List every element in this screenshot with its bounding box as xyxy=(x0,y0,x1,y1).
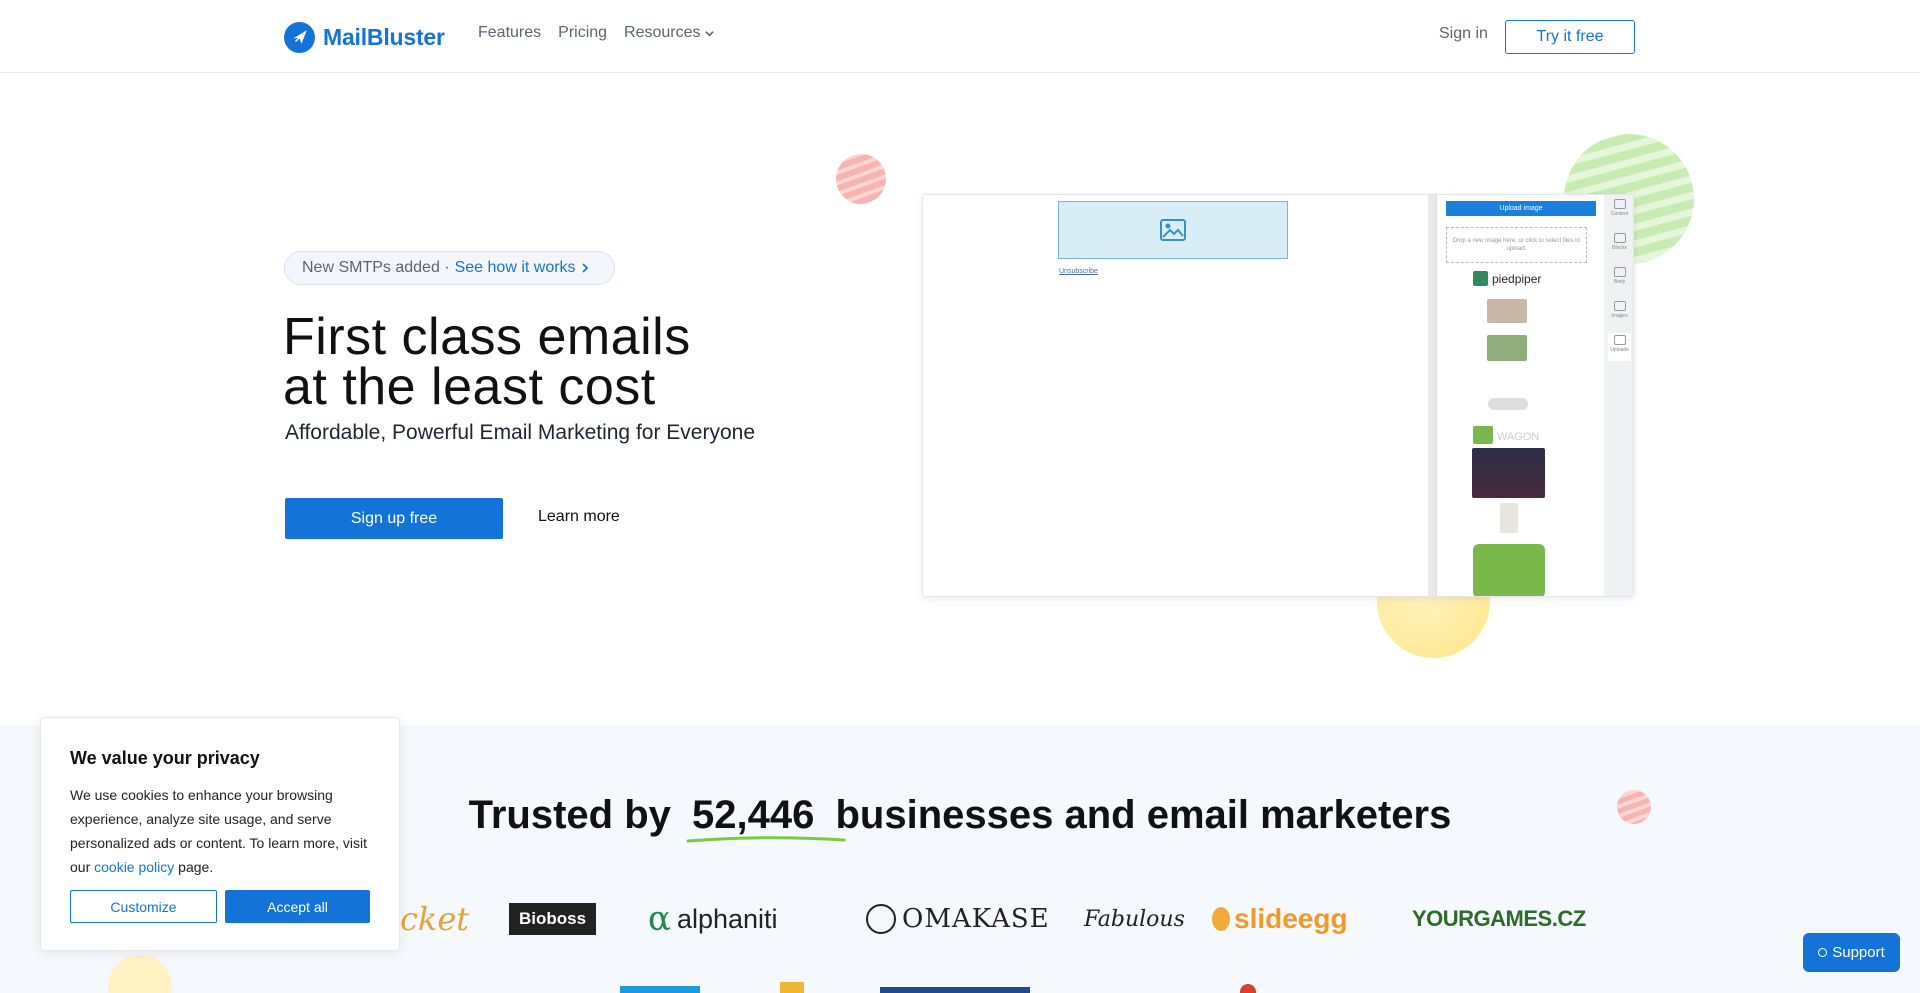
cutlery-icon xyxy=(866,904,896,934)
image-icon xyxy=(1160,219,1186,241)
brand-name: MailBluster xyxy=(323,23,445,50)
customer-logo xyxy=(620,986,700,993)
nav-resources-label: Resources xyxy=(624,24,701,41)
gallery-thumbnail xyxy=(1488,398,1528,410)
image-dropzone: Drop a new image here, or click to selec… xyxy=(1446,227,1587,263)
chat-icon xyxy=(1818,948,1828,957)
tool-images: Images xyxy=(1608,299,1631,327)
egg-icon xyxy=(1212,907,1230,931)
tool-content: Content xyxy=(1608,197,1631,225)
gallery-thumbnail xyxy=(1473,544,1545,596)
brand-logo[interactable]: MailBluster xyxy=(284,20,445,54)
site-header: MailBluster Features Pricing Resources S… xyxy=(0,0,1920,73)
gallery-brand-name: piedpiper xyxy=(1492,271,1542,286)
customer-logo: YOURGAMES.CZ xyxy=(1412,906,1586,931)
customer-logo xyxy=(780,982,804,993)
gallery-thumbnail xyxy=(1472,448,1545,498)
customer-logo: α alphaniti xyxy=(648,899,778,939)
announcement-link-label: See how it works xyxy=(454,259,576,276)
cookie-actions: Customize Accept all xyxy=(70,890,370,923)
gallery-thumbnail xyxy=(1500,503,1518,533)
hero-headline: First class emails at the least cost xyxy=(283,308,691,416)
customer-logo: cket xyxy=(400,900,470,938)
cookie-description: We use cookies to enhance your browsing … xyxy=(70,783,370,879)
announcement-pill: New SMTPs added · See how it works xyxy=(284,251,615,285)
tool-uploads: Uploads xyxy=(1608,333,1631,361)
try-free-button[interactable]: Try it free xyxy=(1505,20,1635,54)
editor-tool-rail: Content Blocks Body Images Uploads xyxy=(1604,195,1633,596)
cookie-text-end: page. xyxy=(178,859,214,875)
cookie-consent-banner: We value your privacy We use cookies to … xyxy=(40,717,400,951)
main-nav: Features Pricing Resources xyxy=(478,24,714,42)
trusted-prefix: Trusted by xyxy=(468,793,671,837)
nav-resources[interactable]: Resources xyxy=(624,24,714,42)
gallery-thumbnail xyxy=(1473,426,1493,444)
unsubscribe-link: Unsubscribe xyxy=(1059,268,1098,275)
chevron-right-icon xyxy=(581,263,588,273)
cookie-title: We value your privacy xyxy=(70,748,260,768)
tool-body: Body xyxy=(1608,265,1631,293)
email-editor-preview: Unsubscribe Upload image Drop a new imag… xyxy=(922,194,1634,597)
image-upload-panel: Upload image Drop a new image here, or c… xyxy=(1436,195,1604,596)
nav-features[interactable]: Features xyxy=(478,24,541,42)
signin-link[interactable]: Sign in xyxy=(1439,25,1488,43)
signup-free-button[interactable]: Sign up free xyxy=(285,498,503,539)
customer-logo-row-partial xyxy=(0,978,1920,993)
editor-scrollbar xyxy=(1428,195,1436,596)
announcement-text: New SMTPs added · xyxy=(302,259,450,276)
alpha-icon: α xyxy=(648,899,671,939)
customer-logo: slideegg xyxy=(1212,898,1348,940)
cookie-accept-button[interactable]: Accept all xyxy=(225,890,370,923)
support-button[interactable]: Support xyxy=(1803,933,1900,972)
upload-image-button: Upload image xyxy=(1446,201,1596,216)
customer-logo xyxy=(1240,984,1256,993)
customer-count-value: 52,446 xyxy=(692,793,815,837)
headline-line: at the least cost xyxy=(283,358,656,416)
paper-plane-icon xyxy=(284,21,315,53)
gallery-thumbnail xyxy=(1487,299,1527,323)
cookie-customize-button[interactable]: Customize xyxy=(70,890,217,923)
image-block-placeholder xyxy=(1058,201,1288,259)
gallery-thumbnail xyxy=(1487,335,1527,361)
underline-swoosh xyxy=(686,836,846,843)
announcement-link[interactable]: See how it works xyxy=(455,259,589,277)
customer-logo: Bioboss xyxy=(509,898,597,940)
trusted-suffix: businesses and email marketers xyxy=(835,793,1452,837)
customer-logo: OMAKASE xyxy=(866,898,1050,940)
gallery-brand-name: WAGON xyxy=(1497,431,1540,443)
support-label: Support xyxy=(1832,944,1885,961)
decorative-planet xyxy=(836,154,886,204)
nav-pricing[interactable]: Pricing xyxy=(558,24,607,42)
chevron-down-icon xyxy=(704,30,714,36)
hero-subheading: Affordable, Powerful Email Marketing for… xyxy=(285,421,755,444)
editor-canvas: Unsubscribe xyxy=(923,195,1428,596)
tool-blocks: Blocks xyxy=(1608,231,1631,259)
customer-count: 52,446 xyxy=(686,793,846,843)
gallery-brand: piedpiper xyxy=(1473,271,1541,286)
learn-more-link[interactable]: Learn more xyxy=(538,508,620,526)
brand-mark-icon xyxy=(1473,271,1488,286)
cookie-policy-link[interactable]: cookie policy xyxy=(94,859,174,875)
customer-logo: Fabulous xyxy=(1084,906,1185,932)
headline-line: First class emails xyxy=(283,308,691,366)
customer-logo xyxy=(880,987,1030,993)
